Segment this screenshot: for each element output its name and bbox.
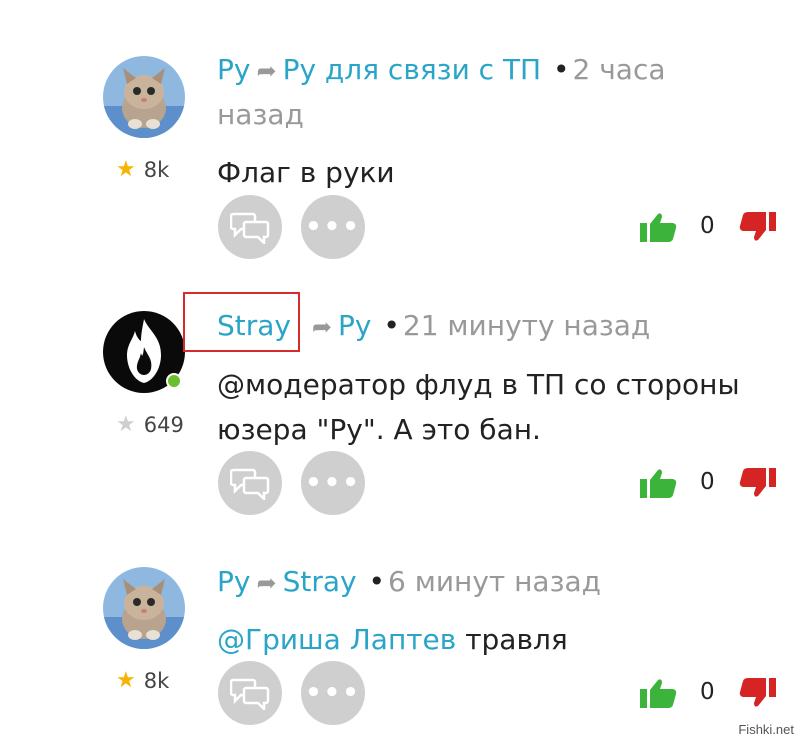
rating-value: 8k [143,669,170,693]
reply-button[interactable] [218,661,282,725]
watermark: Fishki.net [738,722,794,737]
thumbs-down-icon [739,468,776,497]
author-highlight-box [183,292,300,352]
ellipsis-icon: ••• [305,468,361,498]
reply-to-link[interactable]: Stray [283,565,357,598]
timestamp: 21 минуту назад [402,309,651,342]
user-rating: ★ 8k [116,669,169,693]
thumbs-up-icon [640,679,677,708]
author-link[interactable]: Ру [217,565,250,598]
comment-text-rest: травля [456,623,568,656]
separator-dot: • [383,309,400,342]
gold-star-icon: ★ [116,668,136,693]
reply-to-link[interactable]: Ру [338,309,371,342]
vote-count: 0 [700,469,715,495]
thumbs-down-icon [739,678,776,707]
comment-text-line-2: юзера "Ру". А это бан. [217,413,541,446]
online-status-indicator [166,373,182,389]
more-options-button[interactable]: ••• [301,451,365,515]
comment-text-line-1: @модератор флуд в ТП со стороны [217,368,740,401]
thumbs-up-icon [640,469,677,498]
kitten-avatar-image [103,567,185,649]
gray-star-icon: ★ [116,412,136,437]
user-rating: ★ 649 [116,413,184,437]
comment-meta: Ру ➦ Stray • 6 минут назад [217,560,737,605]
reply-button[interactable] [218,451,282,515]
mention-link[interactable]: @Гриша Лаптев [217,623,456,656]
dislike-button[interactable] [738,468,776,502]
like-button[interactable] [640,678,678,712]
speech-bubbles-icon [230,468,270,500]
vote-count: 0 [700,679,715,705]
comment-text: @Гриша Лаптев травля [217,617,757,662]
avatar-kitten[interactable] [103,567,185,649]
like-button[interactable] [640,468,678,502]
comment-3: ★ 8k Ру ➦ Stray • 6 минут назад @Гриша Лапт… [0,0,800,725]
separator-dot: • [368,565,385,598]
timestamp: 6 минут назад [388,565,601,598]
dislike-button[interactable] [738,678,776,712]
rating-value: 649 [143,413,184,437]
speech-bubbles-icon [230,678,270,710]
reply-arrow-icon: ➦ [311,313,333,341]
more-options-button[interactable]: ••• [301,661,365,725]
ellipsis-icon: ••• [305,678,361,708]
reply-arrow-icon: ➦ [256,569,277,597]
comment-text: @модератор флуд в ТП со стороны юзера "Р… [217,362,757,452]
